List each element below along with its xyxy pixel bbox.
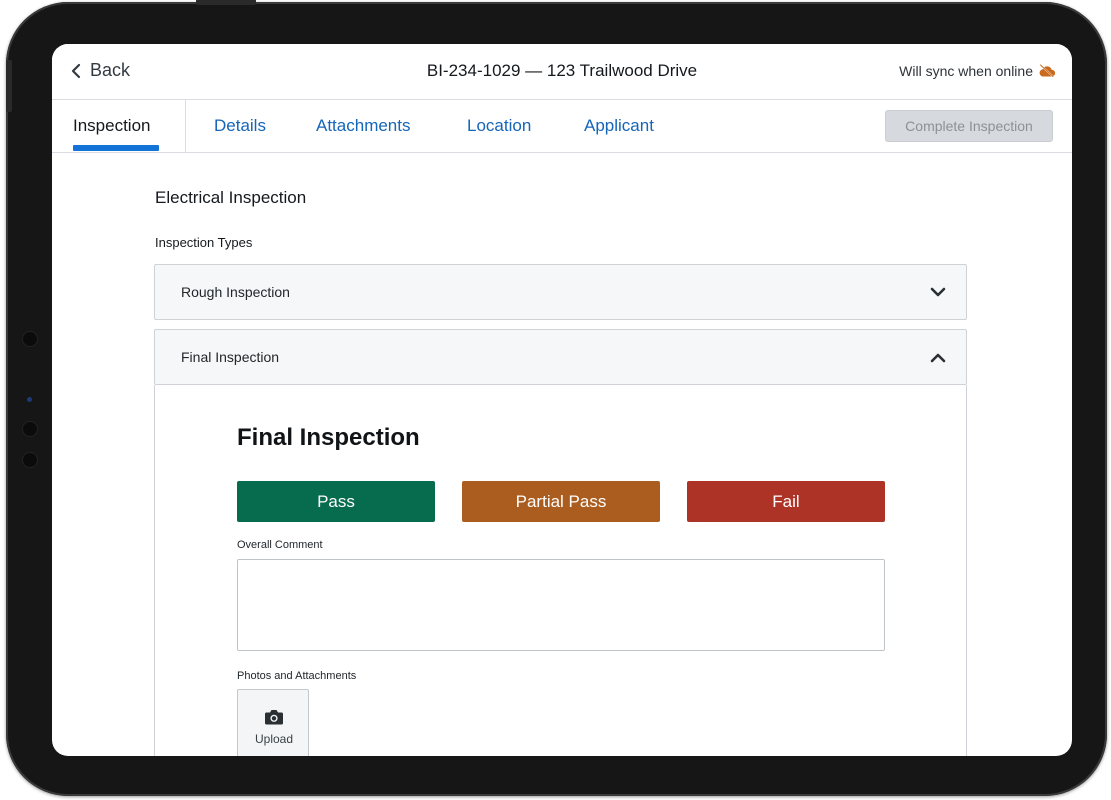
- device-sensor: [23, 453, 37, 467]
- photos-attachments-label: Photos and Attachments: [237, 670, 357, 682]
- app-screen: Back BI-234-1029 — 123 Trailwood Drive W…: [52, 44, 1072, 756]
- fail-button[interactable]: Fail: [687, 481, 885, 522]
- overall-comment-input[interactable]: [237, 559, 885, 651]
- device-sensor: [23, 422, 37, 436]
- active-tab-indicator: [73, 145, 159, 151]
- partial-pass-button[interactable]: Partial Pass: [462, 481, 660, 522]
- final-inspection-panel: Final Inspection Pass Partial Pass Fail …: [154, 385, 967, 756]
- accordion-final-inspection[interactable]: Final Inspection: [154, 329, 967, 385]
- tab-bar: Inspection Details Attachments Location …: [52, 100, 1072, 153]
- complete-inspection-button[interactable]: Complete Inspection: [885, 110, 1053, 142]
- tab-inspection[interactable]: Inspection: [73, 116, 151, 136]
- tab-details[interactable]: Details: [214, 116, 266, 136]
- sync-status-text: Will sync when online: [899, 63, 1033, 79]
- inspection-types-label: Inspection Types: [155, 235, 253, 250]
- pass-button[interactable]: Pass: [237, 481, 435, 522]
- overall-comment-label: Overall Comment: [237, 539, 323, 551]
- accordion-rough-inspection[interactable]: Rough Inspection: [154, 264, 967, 320]
- tab-attachments[interactable]: Attachments: [316, 116, 411, 136]
- main-content: Electrical Inspection Inspection Types R…: [52, 154, 1072, 756]
- accordion-label: Final Inspection: [181, 349, 280, 365]
- tab-applicant[interactable]: Applicant: [584, 116, 654, 136]
- device-camera-indicator: [27, 397, 32, 402]
- top-bar: Back BI-234-1029 — 123 Trailwood Drive W…: [52, 44, 1072, 100]
- section-title: Electrical Inspection: [155, 188, 307, 207]
- chevron-down-icon: [930, 287, 946, 297]
- tablet-frame: Back BI-234-1029 — 123 Trailwood Drive W…: [6, 0, 1107, 796]
- camera-icon: [265, 710, 283, 725]
- accordion-label: Rough Inspection: [181, 284, 290, 300]
- device-volume-button: [6, 60, 12, 112]
- final-inspection-title: Final Inspection: [237, 424, 420, 451]
- tab-divider: [185, 100, 186, 153]
- sync-status: Will sync when online: [899, 63, 1056, 79]
- cloud-off-icon: [1039, 64, 1056, 78]
- chevron-up-icon: [930, 353, 946, 363]
- tab-location[interactable]: Location: [467, 116, 531, 136]
- device-sensor: [23, 332, 37, 346]
- upload-button[interactable]: Upload: [237, 689, 309, 756]
- device-power-button: [196, 0, 256, 5]
- upload-label: Upload: [254, 732, 294, 746]
